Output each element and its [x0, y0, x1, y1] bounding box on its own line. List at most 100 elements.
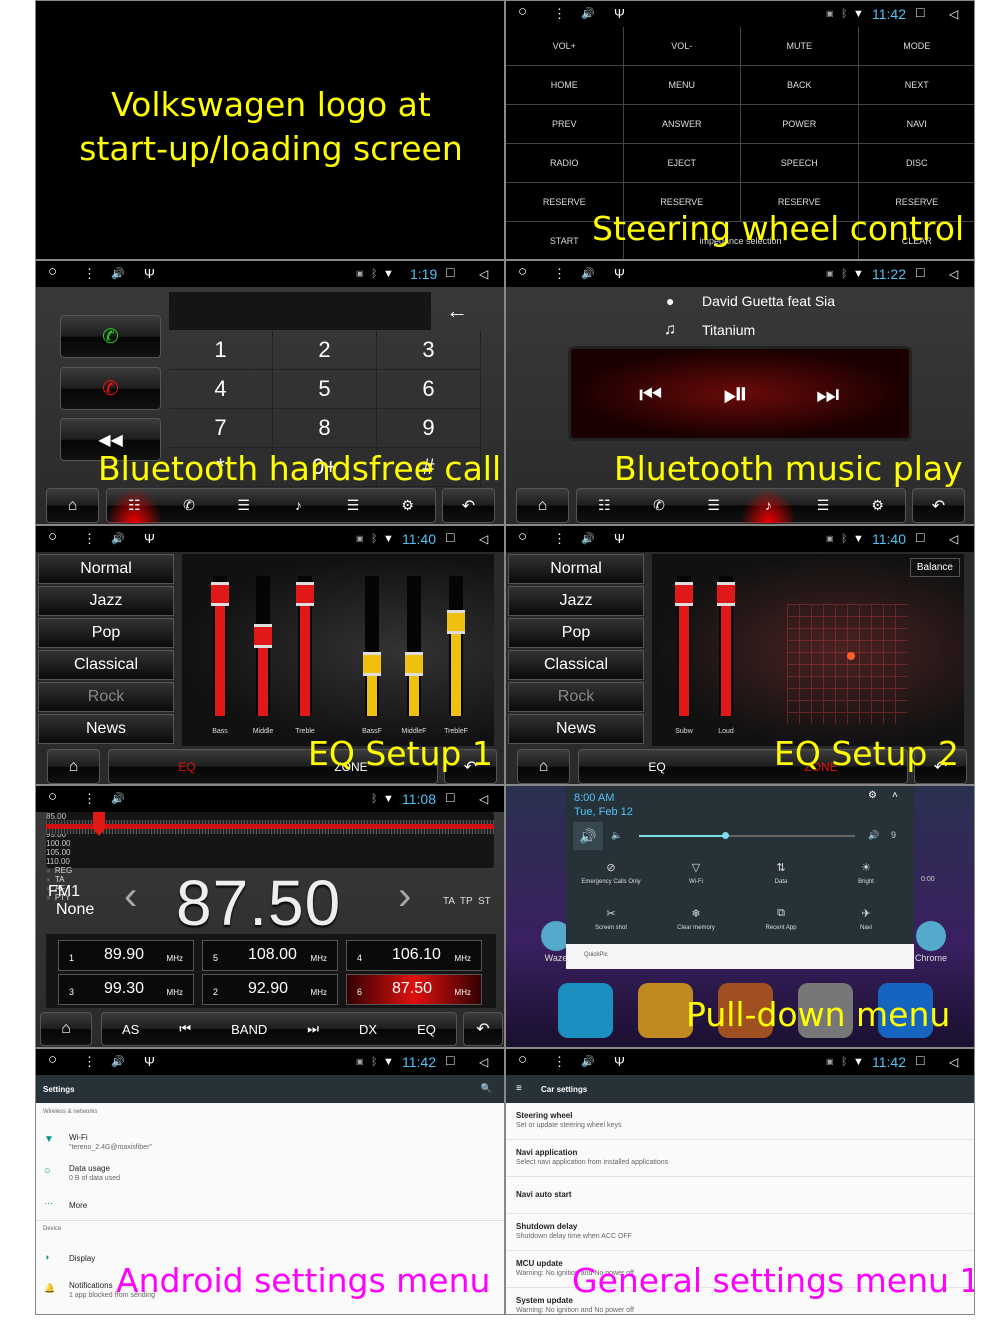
- steering-key-vol[interactable]: VOL+: [506, 27, 624, 66]
- steering-key-back[interactable]: BACK: [741, 66, 859, 105]
- recents-square-icon[interactable]: □: [446, 264, 454, 280]
- phone-icon[interactable]: ☰: [796, 488, 851, 523]
- contacts-icon[interactable]: ☰: [216, 488, 271, 523]
- dialpad-icon[interactable]: ☷: [107, 488, 162, 523]
- tab-eq[interactable]: EQ: [178, 760, 195, 774]
- eq-preset-rock[interactable]: Rock: [508, 682, 644, 712]
- balance-button[interactable]: Balance: [909, 558, 960, 577]
- recents-square-icon[interactable]: □: [446, 529, 454, 545]
- car-setting-steering-wheel[interactable]: Steering wheel Set or update steering whe…: [506, 1103, 974, 1140]
- slider-knob[interactable]: [405, 652, 423, 676]
- eq-preset-pop[interactable]: Pop: [38, 618, 174, 648]
- eq-preset-classical[interactable]: Classical: [508, 650, 644, 680]
- seek-down-icon[interactable]: ‹: [124, 874, 137, 919]
- overflow-dots-icon[interactable]: ⋮: [83, 1054, 96, 1070]
- home-circle-icon[interactable]: ○: [48, 1052, 57, 1068]
- steering-key-prev[interactable]: PREV: [506, 105, 624, 144]
- contacts-icon[interactable]: ☰: [686, 488, 741, 523]
- home-button[interactable]: ⌂: [517, 749, 570, 784]
- volume-icon[interactable]: 🔊: [111, 266, 125, 282]
- back-triangle-icon[interactable]: ◁: [949, 266, 958, 282]
- steering-key-speech[interactable]: SPEECH: [741, 144, 859, 183]
- call-log-icon[interactable]: ✆: [162, 488, 217, 523]
- notification-item[interactable]: QuickPic: [566, 944, 914, 969]
- slider-knob[interactable]: [211, 582, 229, 606]
- eq-preset-classical[interactable]: Classical: [38, 650, 174, 680]
- steering-key-disc[interactable]: DISC: [858, 144, 974, 183]
- volume-icon[interactable]: 🔊: [581, 266, 595, 282]
- dx-button[interactable]: DX: [359, 1022, 377, 1037]
- preset-station[interactable]: 4 106.10 MHz: [346, 940, 482, 971]
- eq-slider-loud[interactable]: [717, 576, 735, 716]
- settings-gear-icon[interactable]: ⚙: [868, 790, 877, 801]
- settings-item-data-usage[interactable]: ○ Data usage 0 B of data used: [36, 1161, 504, 1189]
- dialpad-icon[interactable]: ☷: [577, 488, 632, 523]
- keypad-key[interactable]: 1: [169, 331, 273, 370]
- slider-knob[interactable]: [447, 610, 465, 634]
- overflow-dots-icon[interactable]: ⋮: [553, 1054, 566, 1070]
- recents-square-icon[interactable]: □: [916, 4, 924, 20]
- settings-item-wifi[interactable]: ▼ Wi-Fi "tereno_2.4G@maxisfiber": [36, 1129, 504, 1157]
- as-button[interactable]: AS: [122, 1022, 139, 1037]
- music-icon[interactable]: ♪: [271, 488, 326, 523]
- recents-square-icon[interactable]: □: [446, 1052, 454, 1068]
- back-button[interactable]: ↶: [912, 488, 965, 523]
- overflow-dots-icon[interactable]: ⋮: [553, 531, 566, 547]
- steering-key-answer[interactable]: ANSWER: [623, 105, 741, 144]
- recents-square-icon[interactable]: □: [916, 264, 924, 280]
- recents-square-icon[interactable]: □: [916, 529, 924, 545]
- back-triangle-icon[interactable]: ◁: [949, 6, 958, 22]
- preset-station[interactable]: 3 99.30 MHz: [58, 974, 194, 1005]
- preset-station[interactable]: 5 108.00 MHz: [202, 940, 338, 971]
- keypad-key[interactable]: 8: [273, 409, 377, 448]
- next-icon[interactable]: ⏭: [307, 1021, 319, 1037]
- backspace-arrow-icon[interactable]: ←: [432, 292, 482, 330]
- eq-slider-subw[interactable]: [675, 576, 693, 716]
- band-button[interactable]: BAND: [231, 1022, 267, 1037]
- eq-slider-bass[interactable]: [211, 576, 229, 716]
- slider-knob[interactable]: [717, 582, 735, 606]
- home-circle-icon[interactable]: ○: [48, 264, 57, 280]
- quick-tile-bright[interactable]: ☀ Bright: [801, 861, 931, 885]
- previous-track-icon[interactable]: ⏮: [639, 379, 662, 411]
- eq-preset-jazz[interactable]: Jazz: [38, 586, 174, 616]
- music-app-icon[interactable]: [638, 983, 693, 1038]
- car-setting-navi-application[interactable]: Navi application Select navi application …: [506, 1140, 974, 1177]
- phone-icon[interactable]: ☰: [326, 488, 381, 523]
- back-triangle-icon[interactable]: ◁: [479, 1054, 488, 1070]
- overflow-dots-icon[interactable]: ⋮: [83, 791, 96, 807]
- settings-item-more[interactable]: ⋯ More: [36, 1197, 504, 1217]
- eq-slider-middle[interactable]: [254, 576, 272, 716]
- menu-hamburger-icon[interactable]: ≡: [516, 1083, 522, 1094]
- home-button[interactable]: ⌂: [40, 1012, 92, 1046]
- preset-station[interactable]: 2 92.90 MHz: [202, 974, 338, 1005]
- car-setting-shutdown-delay[interactable]: Shutdown delay Shutdown delay time when A…: [506, 1214, 974, 1251]
- volume-icon[interactable]: 🔊: [581, 531, 595, 547]
- tuner-scale[interactable]: 85.0090.0095.00100.00105.00110.00●REG●TA…: [46, 812, 494, 902]
- gear-icon[interactable]: ⚙: [850, 488, 905, 523]
- back-button[interactable]: ↶: [463, 1012, 503, 1046]
- keypad-key[interactable]: 3: [377, 331, 481, 370]
- preset-station[interactable]: 6 87.50 MHz: [346, 974, 482, 1005]
- overflow-dots-icon[interactable]: ⋮: [83, 266, 96, 282]
- back-triangle-icon[interactable]: ◁: [949, 531, 958, 547]
- home-circle-icon[interactable]: ○: [518, 1052, 527, 1068]
- volume-icon[interactable]: 🔊: [111, 791, 125, 807]
- keypad-key[interactable]: 7: [169, 409, 273, 448]
- overflow-dots-icon[interactable]: ⋮: [553, 6, 566, 22]
- eq-preset-news[interactable]: News: [38, 714, 174, 744]
- eq-preset-news[interactable]: News: [508, 714, 644, 744]
- steering-key-next[interactable]: NEXT: [858, 66, 974, 105]
- back-triangle-icon[interactable]: ◁: [479, 791, 488, 807]
- home-circle-icon[interactable]: ○: [48, 789, 57, 805]
- call-log-icon[interactable]: ✆: [632, 488, 687, 523]
- car-setting-navi-auto-start[interactable]: Navi auto start: [506, 1177, 974, 1214]
- keypad-key[interactable]: 6: [377, 370, 481, 409]
- steering-key-home[interactable]: HOME: [506, 66, 624, 105]
- answer-call-button[interactable]: ✆: [60, 315, 161, 358]
- steering-key-power[interactable]: POWER: [741, 105, 859, 144]
- quick-tile-navi[interactable]: ✈ Navi: [801, 907, 931, 931]
- play-pause-icon[interactable]: ⏯: [723, 375, 749, 413]
- search-icon[interactable]: 🔍: [481, 1083, 492, 1094]
- home-circle-icon[interactable]: ○: [518, 4, 527, 20]
